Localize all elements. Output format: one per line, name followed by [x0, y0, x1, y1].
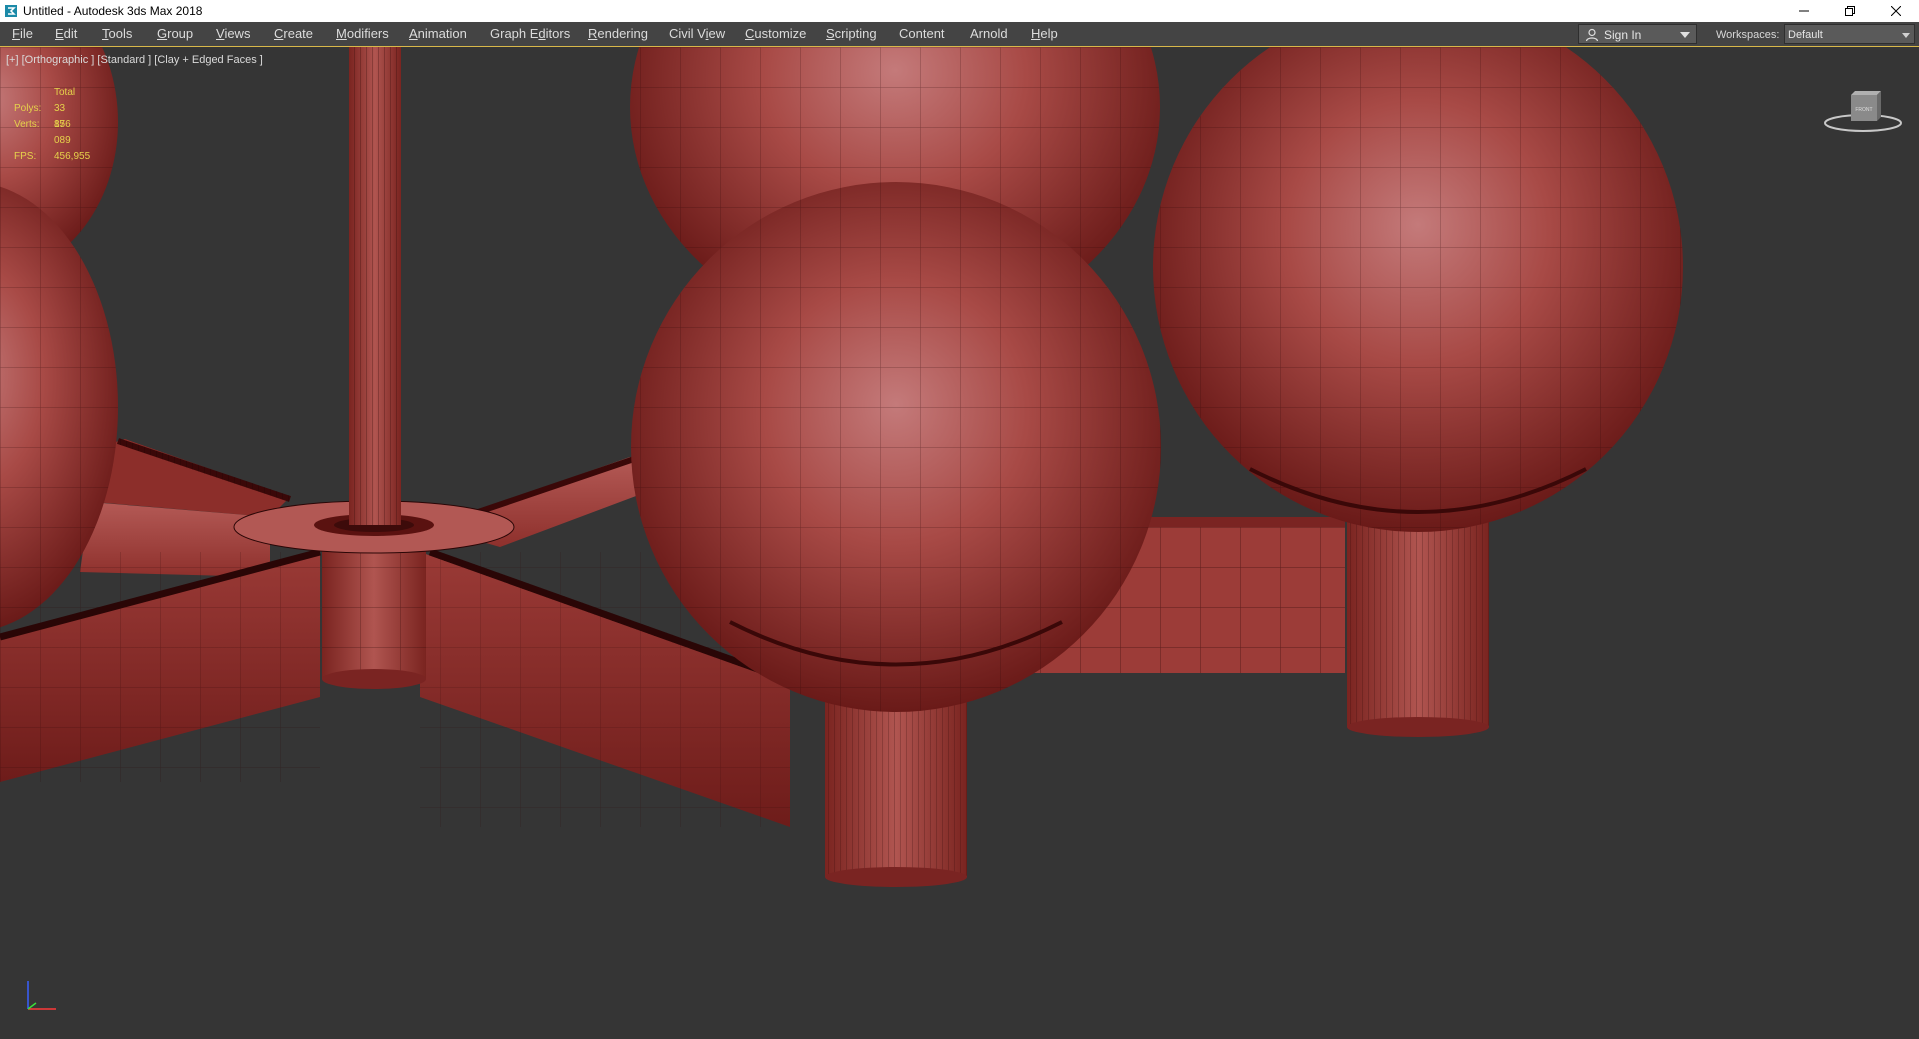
menu-create[interactable]: Create [274, 22, 313, 46]
menu-modifiers[interactable]: Modifiers [336, 22, 389, 46]
3ds-max-icon [4, 4, 18, 18]
user-icon [1585, 28, 1599, 45]
svg-text:FRONT: FRONT [1855, 107, 1872, 113]
menu-arnold[interactable]: Arnold [970, 22, 1008, 46]
stats-polys-label: Polys: [14, 103, 42, 114]
viewport-scene[interactable] [0, 47, 1919, 1039]
menu-civil-view[interactable]: Civil View [669, 22, 725, 46]
perspective-viewport[interactable]: [+] [Orthographic ] [Standard ] [Clay + … [0, 46, 1919, 1039]
menu-scripting[interactable]: Scripting [826, 22, 877, 46]
restore-icon [1845, 6, 1855, 16]
menu-help[interactable]: Help [1031, 22, 1058, 46]
close-button[interactable] [1873, 0, 1919, 22]
menu-customize[interactable]: Customize [745, 22, 806, 46]
menu-content[interactable]: Content [899, 22, 945, 46]
menu-file[interactable]: File [12, 22, 33, 46]
window-title: Untitled - Autodesk 3ds Max 2018 [23, 4, 203, 18]
viewcube-icon: FRONT [1824, 91, 1902, 132]
workspaces-value: Default [1788, 29, 1823, 41]
restore-button[interactable] [1827, 0, 1873, 22]
axis-tripod-icon [22, 975, 62, 1015]
workspaces-select[interactable]: Default [1784, 24, 1915, 44]
center-rod[interactable] [349, 47, 401, 525]
stats-fps-label: FPS: [14, 151, 37, 162]
viewcube[interactable]: FRONT [1822, 85, 1904, 133]
menu-tools[interactable]: Tools [102, 22, 132, 46]
stats-verts-value: 17 089 [54, 119, 71, 146]
workspaces-label: Workspaces: [1716, 29, 1780, 41]
menu-animation[interactable]: Animation [409, 22, 467, 46]
menu-edit[interactable]: Edit [55, 22, 77, 46]
sign-in-dropdown[interactable]: Sign In [1578, 24, 1697, 44]
chevron-down-icon [1680, 32, 1690, 38]
menu-rendering[interactable]: Rendering [588, 22, 648, 46]
close-icon [1891, 6, 1901, 16]
menu-graph-editors[interactable]: Graph Editors [490, 22, 570, 46]
sign-in-label: Sign In [1604, 28, 1642, 42]
minimize-icon [1799, 10, 1809, 12]
title-bar: Untitled - Autodesk 3ds Max 2018 [0, 0, 1919, 22]
minimize-button[interactable] [1781, 0, 1827, 22]
chevron-down-icon [1902, 33, 1910, 38]
menu-group[interactable]: Group [157, 22, 193, 46]
stats-fps-value: 456,955 [54, 151, 91, 162]
stats-verts-label: Verts: [14, 119, 40, 130]
viewport-label[interactable]: [+] [Orthographic ] [Standard ] [Clay + … [6, 54, 263, 67]
stats-total-label: Total [54, 87, 76, 98]
menu-views[interactable]: Views [216, 22, 250, 46]
